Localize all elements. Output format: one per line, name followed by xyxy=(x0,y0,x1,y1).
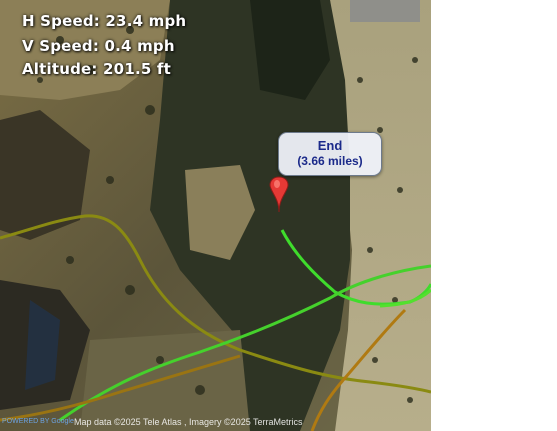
altitude-readout: Altitude: 201.5 ft xyxy=(22,60,172,78)
gps-track-segment xyxy=(280,229,431,306)
vertical-speed: V Speed: 0.4 mph xyxy=(22,37,175,55)
attribution-text: Map data ©2025 Tele Atlas , Imagery ©202… xyxy=(74,417,303,427)
end-marker-pin[interactable] xyxy=(269,176,289,213)
end-marker-callout[interactable]: End (3.66 miles) xyxy=(278,132,382,176)
gps-track-segment xyxy=(0,354,241,422)
map-attribution: POWERED BY Google Map data ©2025 Tele At… xyxy=(0,416,431,431)
horizontal-speed: H Speed: 23.4 mph xyxy=(22,12,187,30)
satellite-map[interactable]: H Speed: 23.4 mph V Speed: 0.4 mph Altit… xyxy=(0,0,431,431)
callout-title: End xyxy=(317,138,343,153)
side-panel xyxy=(431,0,557,431)
gps-track-segment xyxy=(310,308,407,431)
map-brand-logo[interactable]: POWERED BY Google xyxy=(2,418,74,425)
callout-distance: (3.66 miles) xyxy=(297,154,363,168)
